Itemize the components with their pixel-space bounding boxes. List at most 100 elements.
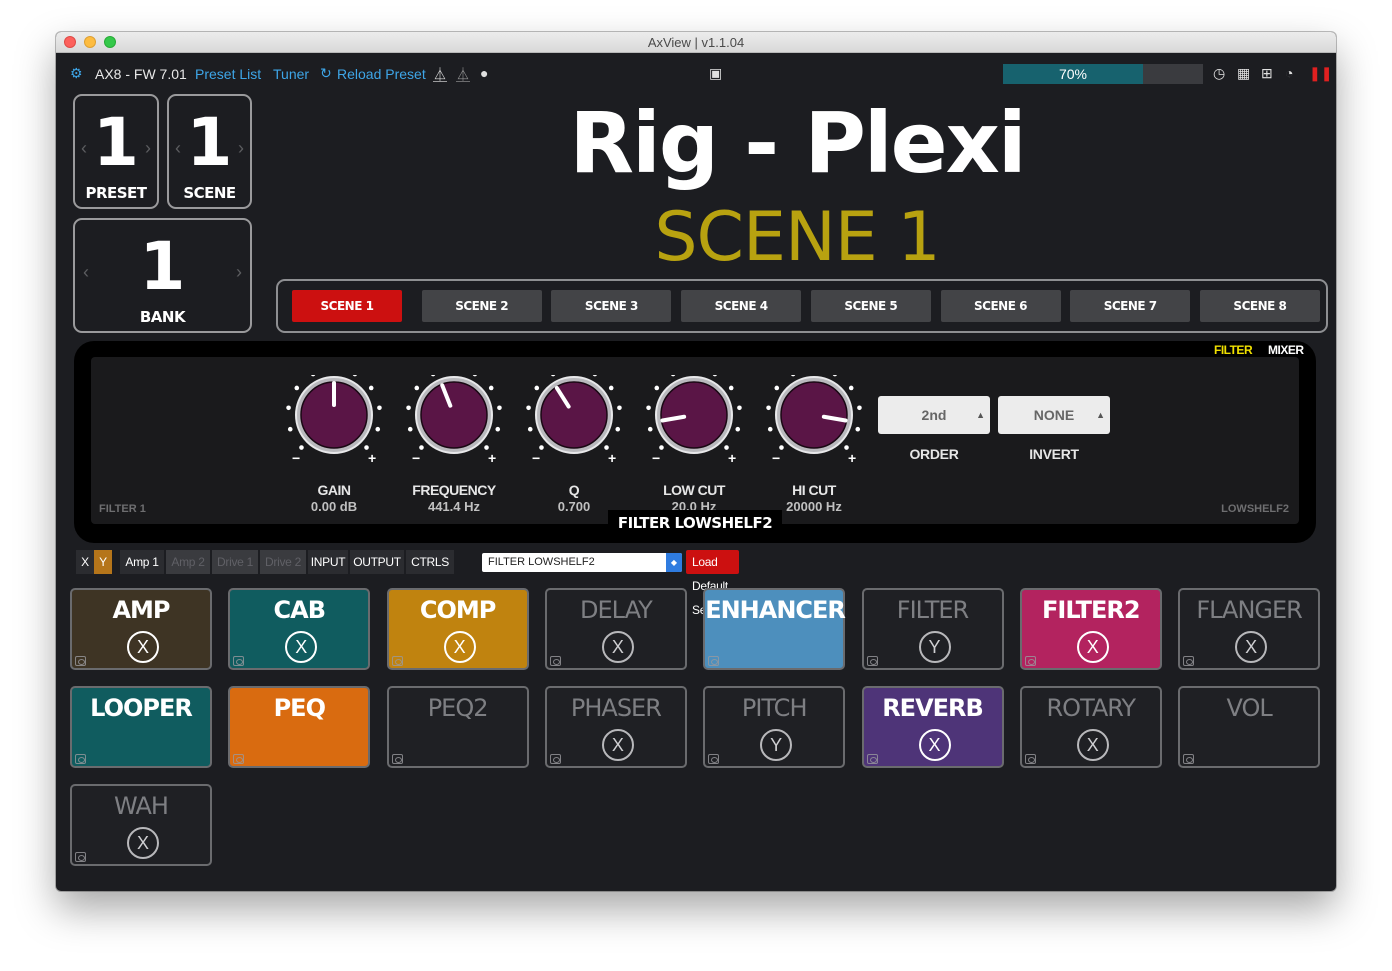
block-reverb[interactable]: REVERB X xyxy=(861,686,1004,768)
scene-button-6[interactable]: SCENE 6 xyxy=(940,290,1061,322)
knob-dial[interactable]: − + xyxy=(644,375,744,475)
knob-gain[interactable]: − + GAIN 0.00 dB xyxy=(284,375,384,515)
pause-icon[interactable]: ❚❚ xyxy=(1309,65,1332,82)
block-wah[interactable]: WAH X xyxy=(70,784,212,866)
footswitch-icon[interactable] xyxy=(75,656,86,666)
order-select[interactable]: 2nd ▲ xyxy=(878,396,990,434)
block-dropdown[interactable]: FILTER LOWSHELF2 ◆ xyxy=(482,553,682,572)
midi-icon[interactable]: ● xyxy=(480,65,488,81)
block-enhancer[interactable]: ENHANCER xyxy=(703,588,846,670)
scene-button-2[interactable]: SCENE 2 xyxy=(421,290,542,322)
block-vol[interactable]: VOL xyxy=(1178,686,1321,768)
input-button[interactable]: INPUT xyxy=(308,550,348,574)
footswitch-icon[interactable] xyxy=(233,656,245,666)
footswitch-icon[interactable] xyxy=(75,852,86,862)
y-button[interactable]: Y xyxy=(94,550,112,574)
block-xy-toggle[interactable]: X xyxy=(1235,631,1268,663)
footswitch-icon[interactable] xyxy=(75,754,86,764)
knob-body xyxy=(780,381,848,449)
drive2-button[interactable]: Drive 2 xyxy=(260,550,306,574)
load-default-button[interactable]: Load Default Settings xyxy=(686,550,739,617)
output-button[interactable]: OUTPUT xyxy=(350,550,404,574)
knob-hi-cut[interactable]: − + HI CUT 20000 Hz xyxy=(764,375,864,515)
footswitch-icon[interactable] xyxy=(1183,656,1195,666)
block-xy-toggle[interactable]: X xyxy=(443,631,476,663)
block-phaser[interactable]: PHASER X xyxy=(544,686,687,768)
tab-mixer[interactable]: MIXER xyxy=(1268,343,1304,357)
knob-dial[interactable]: − + xyxy=(524,375,624,475)
bank-number: 1 xyxy=(139,228,186,305)
knob-tick xyxy=(527,426,533,432)
knob-tick xyxy=(767,426,773,432)
block-flanger[interactable]: FLANGER X xyxy=(1178,588,1321,670)
block-rotary[interactable]: ROTARY X xyxy=(1019,686,1162,768)
footswitch-icon[interactable] xyxy=(1024,656,1036,666)
footswitch-icon[interactable] xyxy=(708,754,720,764)
block-xy-toggle[interactable]: X xyxy=(127,827,159,859)
block-xy-toggle[interactable]: Y xyxy=(760,729,793,761)
scene-button-8[interactable]: SCENE 8 xyxy=(1199,290,1320,322)
block-xy-toggle[interactable]: X xyxy=(918,729,951,761)
knob-frequency[interactable]: − + FREQUENCY 441.4 Hz xyxy=(404,375,504,515)
scene-button-5[interactable]: SCENE 5 xyxy=(810,290,931,322)
footswitch-icon[interactable] xyxy=(549,656,561,666)
knob-min-icon: − xyxy=(412,450,420,466)
block-filter2[interactable]: FILTER2 X xyxy=(1019,588,1162,670)
reload-preset-link[interactable]: Reload Preset xyxy=(337,66,426,82)
gauge-icon[interactable]: ◔ xyxy=(1285,65,1293,81)
invert-select[interactable]: NONE ▲ xyxy=(998,396,1110,434)
lock-icon[interactable]: ▣ xyxy=(709,65,722,82)
knob-dial[interactable]: − + xyxy=(404,375,504,475)
amp2-button[interactable]: Amp 2 xyxy=(166,550,210,574)
block-xy-toggle[interactable]: X xyxy=(601,631,634,663)
tab-filter[interactable]: FILTER xyxy=(1214,343,1253,357)
scene-button-3[interactable]: SCENE 3 xyxy=(551,290,672,322)
block-comp[interactable]: COMP X xyxy=(386,588,529,670)
tuner-link[interactable]: Tuner xyxy=(273,66,309,82)
footswitch-icon[interactable] xyxy=(1183,754,1195,764)
block-delay[interactable]: DELAY X xyxy=(544,588,687,670)
knob-tick xyxy=(311,375,316,377)
footswitch-icon[interactable] xyxy=(708,656,720,666)
footswitch-icon[interactable] xyxy=(866,656,878,666)
block-pitch[interactable]: PITCH Y xyxy=(703,686,846,768)
settings-icon[interactable]: ⚙ xyxy=(70,65,83,82)
footswitch-icon[interactable] xyxy=(233,754,245,764)
knob-low-cut[interactable]: − + LOW CUT 20.0 Hz xyxy=(644,375,744,515)
footswitch-icon[interactable] xyxy=(1024,754,1036,764)
block-xy-toggle[interactable]: X xyxy=(285,631,318,663)
footswitch-icon[interactable] xyxy=(391,754,403,764)
device-icon[interactable]: ▦ xyxy=(1237,65,1250,82)
knob-dial[interactable]: − + xyxy=(764,375,864,475)
block-cab[interactable]: CAB X xyxy=(228,588,371,670)
block-xy-toggle[interactable]: X xyxy=(1076,631,1109,663)
scene-button-7[interactable]: SCENE 7 xyxy=(1070,290,1191,322)
block-amp[interactable]: AMP X xyxy=(70,588,212,670)
knob-q[interactable]: − + Q 0.700 xyxy=(524,375,624,515)
filter-slot-label: FILTER 1 xyxy=(99,503,146,515)
block-xy-toggle[interactable]: X xyxy=(1076,729,1109,761)
clock-icon[interactable]: ◷ xyxy=(1213,65,1225,82)
footswitch-icon[interactable] xyxy=(391,656,403,666)
routing-icon[interactable]: ⊞ xyxy=(1261,65,1273,82)
block-xy-toggle[interactable]: Y xyxy=(918,631,951,663)
scene-button-1[interactable]: SCENE 1 xyxy=(292,290,402,322)
metronome-icon[interactable]: ⏅ xyxy=(433,65,447,85)
drive1-button[interactable]: Drive 1 xyxy=(212,550,258,574)
scene-button-4[interactable]: SCENE 4 xyxy=(681,290,802,322)
block-peq[interactable]: PEQ xyxy=(228,686,371,768)
block-xy-toggle[interactable]: X xyxy=(601,729,634,761)
block-xy-toggle[interactable]: X xyxy=(127,631,159,663)
ctrls-button[interactable]: CTRLS xyxy=(406,550,454,574)
x-button[interactable]: X xyxy=(76,550,94,574)
refresh-icon[interactable]: ↻ xyxy=(320,65,332,82)
preset-list-link[interactable]: Preset List xyxy=(195,66,261,82)
knob-dial[interactable]: − + xyxy=(284,375,384,475)
block-peq2[interactable]: PEQ2 xyxy=(386,686,529,768)
footswitch-icon[interactable] xyxy=(866,754,878,764)
amp1-button[interactable]: Amp 1 xyxy=(120,550,164,574)
metronome-off-icon[interactable]: ⏅ xyxy=(456,65,470,85)
block-looper[interactable]: LOOPER xyxy=(70,686,212,768)
footswitch-icon[interactable] xyxy=(549,754,561,764)
block-filter[interactable]: FILTER Y xyxy=(861,588,1004,670)
